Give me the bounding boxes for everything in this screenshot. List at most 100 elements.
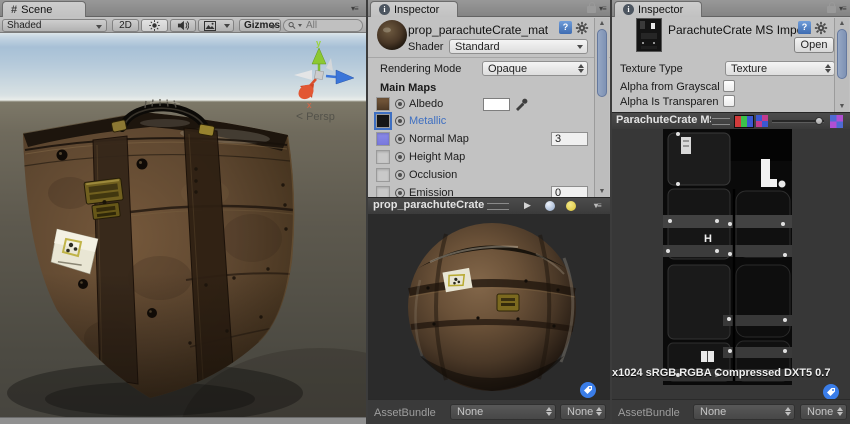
- updown-arrows-icon: [837, 407, 843, 416]
- texture-thumbnail: [636, 18, 662, 52]
- open-button[interactable]: Open: [794, 37, 834, 53]
- texture-slot-circle-icon[interactable]: [395, 152, 405, 162]
- albedo-color-swatch[interactable]: [483, 98, 510, 111]
- assetbundle-dropdown[interactable]: None: [693, 404, 795, 420]
- preview-menu-icon[interactable]: ▾≡: [594, 201, 601, 210]
- scroll-down-icon[interactable]: ▼: [595, 188, 609, 195]
- updown-arrows-icon: [596, 407, 602, 416]
- perspective-label[interactable]: < Persp: [296, 109, 335, 123]
- help-icon[interactable]: ?: [798, 21, 811, 34]
- texture-slot-circle-icon[interactable]: [395, 134, 405, 144]
- sphere-preview-button[interactable]: [545, 201, 555, 211]
- scroll-down-icon[interactable]: ▼: [835, 103, 849, 110]
- gizmo-center-cube[interactable]: [314, 70, 323, 79]
- inspector-scrollbar[interactable]: ▲ ▼: [834, 18, 849, 112]
- eyedropper-icon[interactable]: [514, 96, 528, 111]
- axis-neg-cone[interactable]: [294, 70, 312, 80]
- map-label-metallic: Metallic: [409, 115, 446, 127]
- inspector-scrollbar[interactable]: ▲ ▼: [594, 18, 609, 197]
- albedo-thumbnail[interactable]: [376, 97, 390, 111]
- assetbundle-dropdown[interactable]: None: [450, 404, 556, 420]
- texture-slot-circle-icon[interactable]: [395, 99, 405, 109]
- scene-panel-menu-icon[interactable]: ▾≡: [351, 4, 358, 13]
- texture-type-dropdown[interactable]: Texture: [725, 61, 835, 76]
- scrollbar-thumb[interactable]: [837, 29, 847, 79]
- drag-handle[interactable]: [712, 118, 730, 125]
- effects-dropdown-button[interactable]: [221, 19, 234, 32]
- texture-preview-header[interactable]: ParachuteCrate MS: [612, 112, 850, 130]
- map-label-normal: Normal Map: [409, 133, 469, 145]
- rgb-channels-button[interactable]: [734, 115, 754, 128]
- lock-icon[interactable]: [587, 6, 596, 13]
- divider: [368, 57, 610, 58]
- light-preview-button[interactable]: [566, 201, 576, 211]
- scene-search-field[interactable]: [283, 19, 363, 32]
- gizmos-dropdown[interactable]: Gizmos: [239, 19, 281, 32]
- texture-inspector-tab[interactable]: i Inspector: [614, 1, 702, 17]
- chevron-down-icon: [96, 25, 102, 29]
- material-preview-header[interactable]: prop_parachuteCrate ▶ ▾≡: [368, 197, 610, 215]
- info-icon: i: [623, 4, 634, 15]
- scene-grid-icon: #: [11, 4, 17, 16]
- orientation-gizmo[interactable]: y x: [276, 40, 366, 110]
- material-preview-canvas[interactable]: [368, 214, 610, 399]
- shading-mode-label: Shaded: [7, 20, 41, 31]
- alpha-transparent-checkbox[interactable]: [723, 95, 735, 107]
- assetbundle-value: None: [700, 406, 726, 418]
- lighting-toggle-button[interactable]: [141, 19, 168, 32]
- normal-map-thumbnail[interactable]: [376, 132, 390, 146]
- emission-thumbnail[interactable]: [376, 186, 390, 197]
- play-button[interactable]: ▶: [524, 200, 531, 211]
- occlusion-thumbnail[interactable]: [376, 168, 390, 182]
- assetbundle-variant-dropdown[interactable]: None: [560, 404, 606, 420]
- inspector-menu-icon[interactable]: ▾≡: [839, 4, 846, 13]
- axis-neg-cone[interactable]: [326, 58, 333, 71]
- texture-slot-circle-icon[interactable]: [395, 116, 405, 126]
- scene-panel: # Scene ▾≡ Shaded 2D: [0, 0, 366, 424]
- info-icon: i: [379, 4, 390, 15]
- help-icon[interactable]: ?: [559, 21, 572, 34]
- effects-toggle-button[interactable]: [198, 19, 222, 32]
- material-preview-thumbnail: [376, 19, 408, 51]
- gear-icon[interactable]: [814, 21, 828, 35]
- alpha-checker-icon[interactable]: [830, 115, 843, 128]
- assetbundle-variant-dropdown[interactable]: None: [800, 404, 847, 420]
- map-label-emission: Emission: [409, 187, 454, 197]
- scene-search-input[interactable]: [304, 19, 358, 32]
- speaker-icon: [177, 20, 189, 31]
- scene-viewport[interactable]: y x < Persp: [0, 33, 366, 424]
- shading-mode-dropdown[interactable]: Shaded: [2, 19, 107, 32]
- gear-icon[interactable]: [575, 21, 589, 35]
- updown-arrows-icon: [825, 64, 831, 73]
- audio-toggle-button[interactable]: [170, 19, 196, 32]
- scroll-up-icon[interactable]: ▲: [595, 20, 609, 27]
- texture-info-text: x1024 sRGB RGBA Compressed DXT5 0.7: [612, 367, 850, 379]
- shader-dropdown[interactable]: Standard: [449, 39, 588, 54]
- 2d-toggle-button[interactable]: 2D: [112, 19, 139, 32]
- lock-icon[interactable]: [827, 6, 836, 13]
- texture-slot-circle-icon[interactable]: [395, 170, 405, 180]
- map-label-albedo: Albedo: [409, 98, 443, 110]
- material-inspector-tab[interactable]: i Inspector: [370, 1, 458, 17]
- scrollbar-thumb[interactable]: [597, 29, 607, 97]
- assetbundle-bar: AssetBundle None None: [612, 399, 850, 424]
- inspector-menu-icon[interactable]: ▾≡: [599, 4, 606, 13]
- updown-arrows-icon: [578, 64, 584, 73]
- height-map-thumbnail[interactable]: [376, 150, 390, 164]
- scroll-up-icon[interactable]: ▲: [835, 20, 849, 27]
- axis-y-cone[interactable]: [312, 48, 326, 64]
- axis-z-cone[interactable]: [336, 70, 354, 84]
- drag-handle[interactable]: [487, 203, 509, 210]
- emission-value-field[interactable]: 0: [551, 186, 588, 197]
- alpha-grayscale-checkbox[interactable]: [723, 80, 735, 92]
- normal-map-value-field[interactable]: 3: [551, 132, 588, 146]
- texture-slot-circle-icon[interactable]: [395, 188, 405, 197]
- texture-inspector-panel: i Inspector ▾≡ ParachuteCrate MS Import …: [612, 0, 850, 424]
- rendering-mode-dropdown[interactable]: Opaque: [482, 61, 588, 76]
- scene-tabbar: # Scene ▾≡: [0, 0, 366, 17]
- mip-slider-knob[interactable]: [815, 117, 823, 125]
- metallic-thumbnail[interactable]: [376, 114, 390, 128]
- scene-toolbar: Shaded 2D Gizmos: [0, 17, 366, 33]
- scene-tab[interactable]: # Scene: [2, 1, 86, 17]
- updown-arrows-icon: [546, 407, 552, 416]
